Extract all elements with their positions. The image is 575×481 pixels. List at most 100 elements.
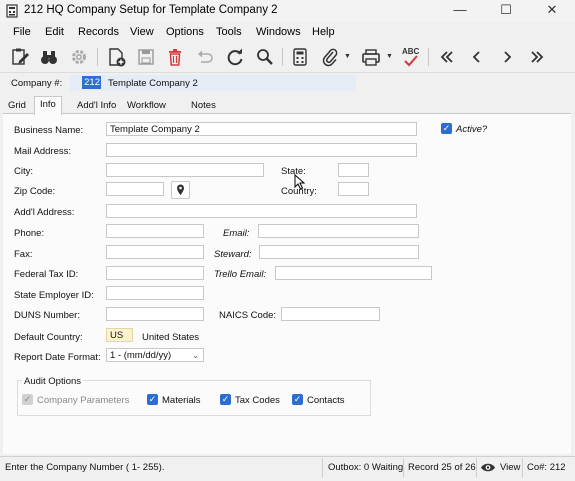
window-title: 212 HQ Company Setup for Template Compan… (24, 4, 278, 16)
print-dropdown-icon[interactable]: ▼ (386, 53, 393, 60)
last-record-icon[interactable] (526, 46, 548, 68)
view-status[interactable]: View (500, 462, 520, 473)
addl-address-field[interactable] (106, 204, 417, 218)
city-label: City: (14, 166, 33, 177)
default-country-code-field[interactable]: US (106, 328, 133, 342)
zip-code-field[interactable] (106, 182, 164, 196)
calculator-icon[interactable] (289, 46, 311, 68)
save-icon[interactable] (135, 46, 157, 68)
toolbar-separator (282, 48, 283, 66)
record-status: Record 25 of 26 (408, 462, 476, 473)
naics-code-field[interactable] (281, 307, 380, 321)
audit-options-title: Audit Options (22, 376, 84, 387)
mouse-cursor-icon (294, 174, 306, 190)
city-field[interactable] (106, 163, 264, 177)
default-country-name: United States (142, 332, 200, 343)
map-pin-icon[interactable] (171, 181, 190, 199)
company-number-status: Co#: 212 (527, 462, 566, 473)
eye-icon[interactable] (480, 462, 496, 473)
tab-workflow[interactable]: Workflow (122, 98, 171, 113)
duns-number-field[interactable] (106, 307, 204, 321)
report-date-format-select[interactable]: 1 - (mm/dd/yy) ⌄ (106, 348, 204, 362)
maximize-button[interactable]: ☐ (483, 0, 529, 22)
active-label: Active? (456, 124, 488, 135)
status-separator (476, 458, 477, 478)
federal-tax-id-label: Federal Tax ID: (14, 269, 79, 280)
materials-label: Materials (162, 395, 201, 406)
contacts-checkbox[interactable]: ✓ (292, 394, 303, 405)
status-separator (322, 458, 323, 478)
business-name-label: Business Name: (14, 125, 84, 136)
binoculars-icon[interactable] (38, 46, 60, 68)
menu-edit[interactable]: Edit (45, 26, 64, 38)
minimize-button[interactable]: — (437, 0, 483, 22)
menu-records[interactable]: Records (78, 26, 119, 38)
chevron-down-icon: ⌄ (192, 351, 199, 360)
state-employer-id-label: State Employer ID: (14, 290, 94, 301)
status-separator (522, 458, 523, 478)
previous-record-icon[interactable] (466, 46, 488, 68)
email-field[interactable] (258, 224, 419, 238)
trello-email-field[interactable] (275, 266, 432, 280)
phone-field[interactable] (106, 224, 204, 238)
refresh-icon[interactable] (224, 46, 246, 68)
materials-checkbox[interactable]: ✓ (147, 394, 158, 405)
app-icon (6, 4, 18, 21)
company-number-field[interactable]: 212 (82, 76, 101, 89)
business-name-field[interactable]: Template Company 2 (106, 122, 417, 136)
state-employer-id-field[interactable] (106, 286, 204, 300)
steward-field[interactable] (259, 245, 419, 259)
menu-view[interactable]: View (130, 26, 154, 38)
report-date-format-label: Report Date Format: (14, 352, 101, 363)
zip-code-label: Zip Code: (14, 186, 56, 197)
active-checkbox[interactable]: ✓ (441, 123, 452, 134)
mail-address-field[interactable] (106, 143, 417, 157)
close-button[interactable]: ✕ (529, 0, 575, 22)
first-record-icon[interactable] (436, 46, 458, 68)
status-message: Enter the Company Number ( 1- 255). (5, 462, 165, 473)
trello-email-label: Trello Email: (214, 269, 267, 280)
phone-label: Phone: (14, 228, 45, 239)
state-field[interactable] (338, 163, 369, 177)
new-record-icon[interactable] (105, 46, 127, 68)
fax-field[interactable] (106, 245, 204, 259)
report-date-format-value: 1 - (mm/dd/yy) (110, 350, 172, 361)
tax-codes-checkbox[interactable]: ✓ (220, 394, 231, 405)
naics-code-label: NAICS Code: (219, 310, 277, 321)
tab-info[interactable]: Info (34, 96, 62, 115)
attachment-dropdown-icon[interactable]: ▼ (344, 53, 351, 60)
spellcheck-icon[interactable]: ABC (399, 46, 421, 68)
edit-icon[interactable] (9, 46, 31, 68)
search-icon[interactable] (254, 46, 276, 68)
country-field[interactable] (338, 182, 369, 196)
undo-icon[interactable] (194, 46, 216, 68)
steward-label: Steward: (214, 249, 252, 260)
company-parameters-label: Company Parameters (37, 395, 130, 406)
toolbar-separator (428, 48, 429, 66)
menu-options[interactable]: Options (166, 26, 204, 38)
toolbar: ▼ ▼ ABC (0, 42, 575, 73)
outbox-status: Outbox: 0 Waiting (328, 462, 404, 473)
federal-tax-id-field[interactable] (106, 266, 204, 280)
company-parameters-checkbox[interactable]: ✓ (22, 394, 33, 405)
duns-number-label: DUNS Number: (14, 310, 80, 321)
menu-help[interactable]: Help (312, 26, 335, 38)
print-icon[interactable] (360, 46, 382, 68)
menu-windows[interactable]: Windows (256, 26, 301, 38)
tab-notes[interactable]: Notes (186, 98, 221, 113)
menu-tools[interactable]: Tools (216, 26, 242, 38)
company-number-label: Company #: (11, 78, 63, 89)
tab-grid[interactable]: Grid (3, 98, 31, 113)
default-country-label: Default Country: (14, 332, 83, 343)
tab-addl-info[interactable]: Add'l Info (72, 98, 121, 113)
addl-address-label: Add'l Address: (14, 207, 75, 218)
fax-label: Fax: (14, 249, 33, 260)
toolbar-separator (97, 48, 98, 66)
attachment-icon[interactable] (319, 46, 341, 68)
menu-file[interactable]: File (13, 26, 31, 38)
next-record-icon[interactable] (496, 46, 518, 68)
tax-codes-label: Tax Codes (235, 395, 280, 406)
delete-icon[interactable] (164, 46, 186, 68)
contacts-label: Contacts (307, 395, 345, 406)
gear-icon[interactable] (68, 46, 90, 68)
